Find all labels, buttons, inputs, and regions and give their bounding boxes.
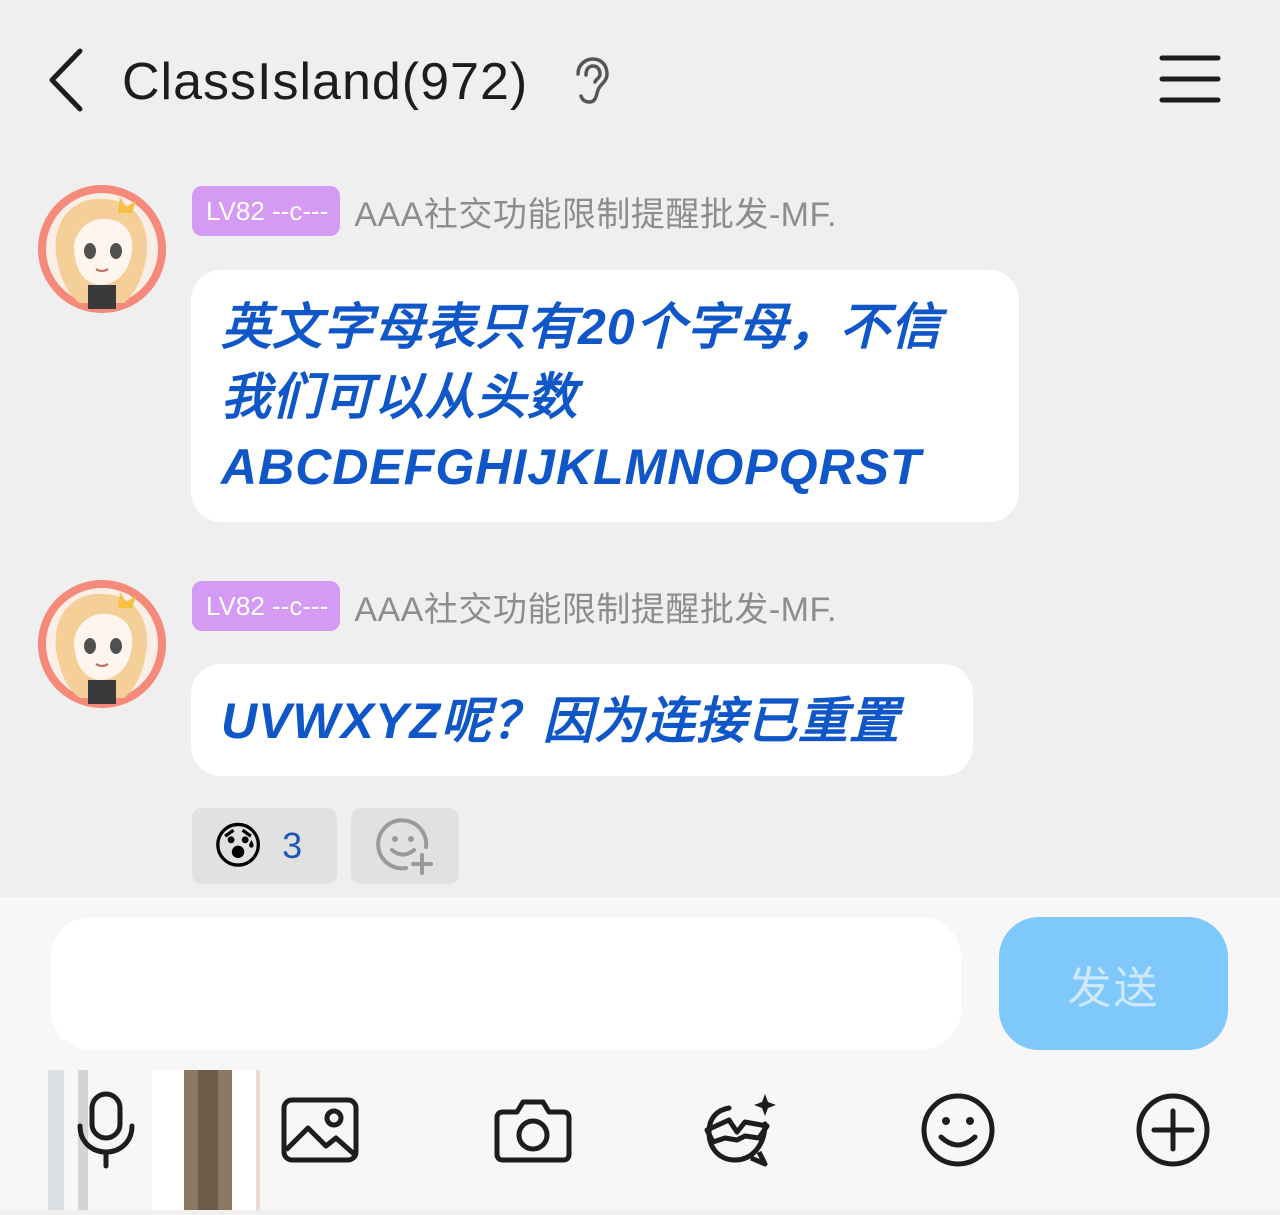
level-badge: LV82 --c--- [192, 581, 341, 631]
message-line: UVWXYZ呢？因为连接已重置 [221, 693, 900, 749]
add-reaction-button[interactable] [351, 808, 459, 884]
hamburger-menu-icon [1159, 55, 1221, 103]
sender-nickname[interactable]: AAA社交功能限制提醒批发-MF. [354, 187, 837, 236]
camera-icon [494, 1099, 572, 1163]
back-button[interactable] [36, 42, 96, 118]
more-button[interactable] [1125, 1082, 1221, 1178]
sticker-button[interactable] [694, 1082, 790, 1178]
sender-nickname[interactable]: AAA社交功能限制提醒批发-MF. [354, 582, 837, 631]
message-line: 我们可以从头数 [221, 369, 578, 425]
plus-icon [1136, 1093, 1210, 1167]
anxious-face-emoji: 😰 [212, 818, 265, 874]
message-bubble[interactable]: 英文字母表只有20个字母，不信 我们可以从头数 ABCDEFGHIJKLMNOP… [191, 270, 1019, 522]
avatar[interactable] [38, 185, 166, 313]
message-bubble[interactable]: UVWXYZ呢？因为连接已重置 [191, 664, 973, 776]
image-button[interactable] [272, 1082, 368, 1178]
menu-button[interactable] [1156, 52, 1224, 108]
reactions-bar: 😰 3 [192, 808, 459, 884]
chevron-left-icon [49, 48, 83, 112]
sender-meta: LV82 --c--- AAA社交功能限制提醒批发-MF. [192, 580, 837, 632]
composer-area: 发送 [0, 897, 1280, 1210]
emoji-icon [921, 1093, 995, 1167]
chat-header: ClassIsland(972) [0, 0, 1280, 160]
microphone-icon [77, 1091, 135, 1169]
sender-meta: LV82 --c--- AAA社交功能限制提醒批发-MF. [192, 185, 837, 237]
camera-button[interactable] [485, 1082, 581, 1178]
image-icon [281, 1097, 359, 1163]
message-line: ABCDEFGHIJKLMNOPQRST [221, 439, 922, 495]
message-line: 英文字母表只有20个字母，不信 [221, 299, 942, 355]
sticker-icon [704, 1094, 776, 1167]
emoji-button[interactable] [910, 1082, 1006, 1178]
level-badge: LV82 --c--- [192, 186, 341, 236]
message-input[interactable] [51, 917, 961, 1050]
ear-icon[interactable] [570, 56, 612, 106]
add-reaction-icon [376, 818, 433, 875]
voice-button[interactable] [58, 1082, 154, 1178]
send-button[interactable]: 发送 [999, 917, 1228, 1050]
chat-title[interactable]: ClassIsland(972) [122, 50, 528, 114]
reaction-chip[interactable]: 😰 3 [192, 808, 337, 884]
avatar[interactable] [38, 580, 166, 708]
reaction-count: 3 [282, 825, 303, 866]
